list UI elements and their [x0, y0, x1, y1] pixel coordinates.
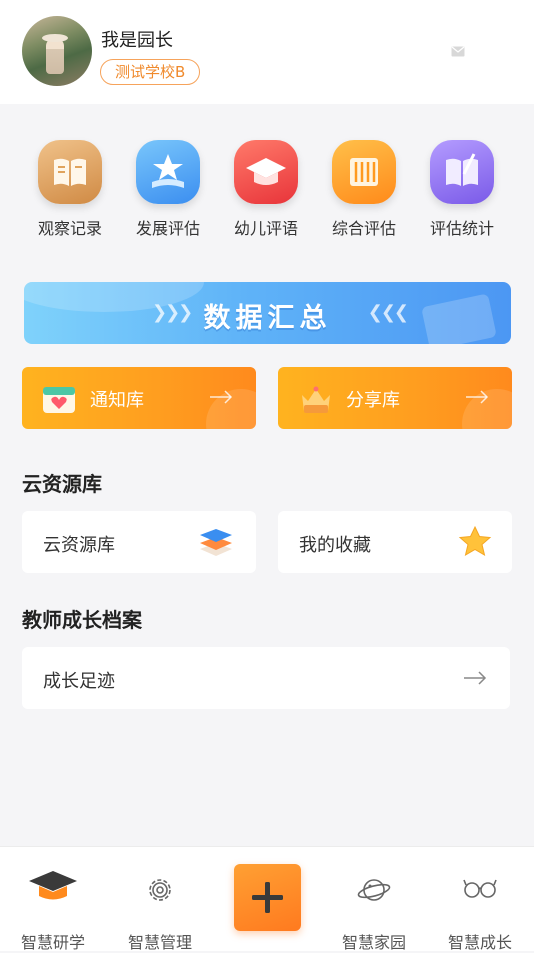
profile-header: 我是园长 测试学校B [0, 0, 534, 104]
crown-gift-icon [302, 386, 330, 413]
arrow-right-icon [210, 390, 233, 404]
quick-item-statistics[interactable]: 评估统计 [418, 138, 506, 239]
growth-footprint-label: 成长足迹 [43, 671, 115, 692]
quick-item-label: 幼儿评语 [233, 219, 298, 238]
quick-item-label: 评估统计 [429, 219, 494, 238]
share-library-label: 分享库 [346, 390, 400, 411]
calendar-heart-icon [43, 387, 75, 413]
avatar[interactable] [22, 16, 92, 86]
quick-item-development[interactable]: 发展评估 [124, 138, 212, 239]
tab-label: 智慧管理 [127, 933, 192, 952]
quick-item-label: 发展评估 [135, 219, 200, 238]
star-podium-icon [136, 140, 200, 204]
share-library-card[interactable]: 分享库 [278, 367, 512, 429]
favorites-card[interactable]: 我的收藏 [278, 511, 512, 573]
growth-footprint-card[interactable]: 成长足迹 [22, 647, 510, 709]
teacher-section-title: 教师成长档案 [22, 608, 142, 632]
add-button[interactable] [234, 864, 301, 931]
gear-icon [149, 879, 171, 901]
plus-icon [252, 882, 283, 913]
quick-menu: 观察记录 发展评估 幼儿评语 综合评估 评估统计 [22, 138, 512, 248]
notebook-pen-icon [430, 140, 494, 204]
quick-item-observation[interactable]: 观察记录 [26, 138, 114, 239]
tab-label: 智慧研学 [20, 933, 85, 952]
quick-item-label: 综合评估 [331, 219, 396, 238]
layers-icon [200, 529, 232, 556]
cloud-resources-card[interactable]: 云资源库 [22, 511, 256, 573]
tab-home-school[interactable]: 智慧家园 [324, 847, 424, 952]
tab-research[interactable]: 智慧研学 [3, 847, 103, 952]
glasses-icon [463, 879, 497, 898]
tab-growth[interactable]: 智慧成长 [430, 847, 530, 952]
mail-icon[interactable] [451, 46, 465, 57]
planet-icon [357, 879, 391, 901]
scroll-icon [332, 140, 396, 204]
notice-library-label: 通知库 [90, 390, 144, 411]
tab-label: 智慧成长 [447, 933, 512, 952]
graduation-cap-icon [234, 140, 298, 204]
star-icon [458, 525, 492, 557]
tab-label: 智慧家园 [341, 933, 406, 952]
school-badge[interactable]: 测试学校B [100, 59, 201, 85]
cloud-resources-label: 云资源库 [43, 535, 115, 556]
arrow-right-icon [466, 390, 489, 404]
favorites-label: 我的收藏 [299, 535, 371, 556]
quick-item-comprehensive[interactable]: 综合评估 [320, 138, 408, 239]
arrow-right-icon [464, 671, 487, 685]
mortarboard-icon [29, 871, 77, 900]
notice-library-card[interactable]: 通知库 [22, 367, 256, 429]
user-name: 我是园长 [101, 30, 173, 51]
quick-item-comments[interactable]: 幼儿评语 [222, 138, 310, 239]
data-summary-banner[interactable]: ❯❯❯ ❮❮❮ 数据汇总 [24, 282, 511, 344]
banner-title: 数据汇总 [203, 303, 332, 334]
tab-management[interactable]: 智慧管理 [110, 847, 210, 952]
cloud-section-title: 云资源库 [22, 472, 102, 496]
quick-item-label: 观察记录 [37, 219, 102, 238]
open-book-icon [38, 140, 102, 204]
